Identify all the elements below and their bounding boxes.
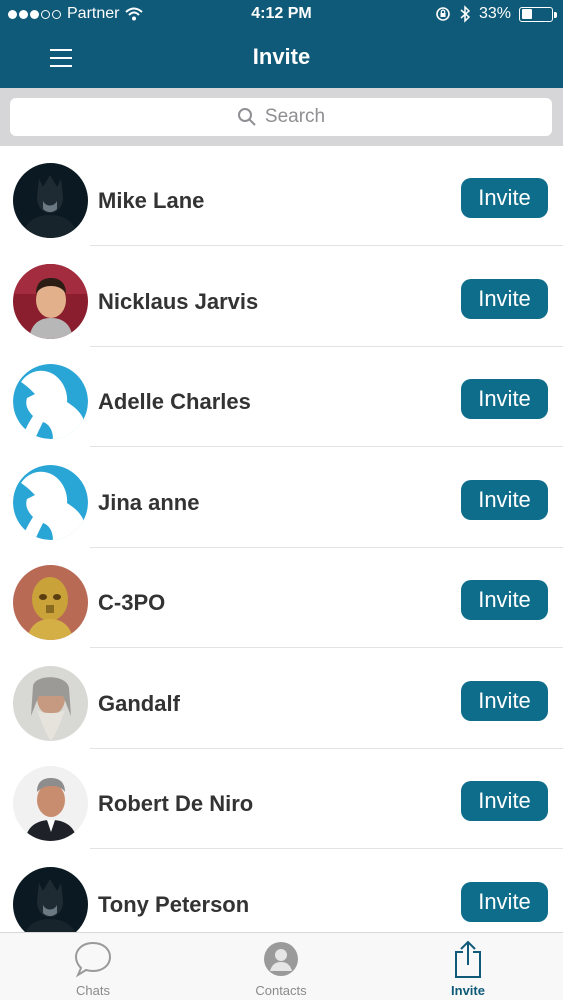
batman-photo	[13, 163, 88, 238]
header-bar: Partner 4:12 PM 33% Invite	[0, 0, 563, 88]
tab-invite[interactable]: Invite	[408, 939, 528, 1000]
contacts-icon	[264, 942, 298, 976]
tab-invite-label: Invite	[451, 983, 485, 998]
contact-list: Mike Lane Invite Nicklaus Jarvis Invite Adel…	[0, 146, 563, 932]
page-title: Invite	[252, 44, 311, 69]
default-avatar	[13, 364, 88, 439]
invite-button[interactable]: Invite	[461, 178, 548, 218]
contact-row[interactable]: Adelle Charles Invite	[0, 347, 563, 447]
invite-button[interactable]: Invite	[461, 479, 548, 520]
avatar	[13, 866, 88, 932]
batman-photo	[13, 866, 88, 932]
bluetooth-icon	[460, 5, 471, 23]
status-bar: Partner 4:12 PM 33%	[0, 0, 563, 30]
navigation-bar: Invite	[0, 30, 563, 88]
invite-button[interactable]: Invite	[461, 379, 548, 419]
c3po-photo	[13, 565, 88, 640]
contact-row[interactable]: Nicklaus Jarvis Invite	[0, 247, 563, 347]
contact-name: C-3PO	[98, 590, 166, 615]
avatar	[13, 766, 88, 841]
invite-button[interactable]: Invite	[461, 781, 548, 821]
contact-name: Tony Peterson	[98, 891, 250, 917]
avatar	[13, 464, 88, 540]
contact-row[interactable]: Gandalf Invite	[0, 649, 563, 749]
battery-icon	[519, 6, 557, 22]
status-right: 33%	[435, 5, 557, 23]
tab-contacts[interactable]: Contacts	[221, 939, 341, 1000]
contact-row[interactable]: Robert De Niro Invite	[0, 749, 563, 849]
share-icon	[455, 940, 481, 978]
contact-row[interactable]: Tony Peterson Invite	[0, 850, 563, 932]
tab-chats-label: Chats	[76, 983, 110, 998]
search-input[interactable]: Search	[10, 98, 552, 136]
tab-chats[interactable]: Chats	[33, 939, 153, 1000]
avatar	[13, 364, 88, 439]
tab-bar: Chats Contacts Invite	[0, 932, 563, 1000]
default-avatar	[13, 464, 88, 540]
contact-name: Robert De Niro	[98, 791, 254, 816]
contact-name: Gandalf	[98, 690, 180, 716]
avatar	[13, 163, 88, 238]
contact-name: Adelle Charles	[98, 389, 251, 414]
avatar	[13, 263, 88, 339]
gandalf-photo	[13, 665, 88, 741]
actor-photo	[13, 766, 88, 841]
contact-row[interactable]: Jina anne Invite	[0, 448, 563, 548]
invite-button[interactable]: Invite	[461, 580, 548, 620]
chat-bubble-icon	[74, 941, 112, 978]
search-bar: Search	[0, 88, 563, 146]
invite-button[interactable]: Invite	[461, 881, 548, 922]
battery-percent: 33%	[478, 5, 511, 22]
contact-row[interactable]: Mike Lane Invite	[0, 146, 563, 246]
contact-row[interactable]: C-3PO Invite	[0, 548, 563, 648]
invite-button[interactable]: Invite	[461, 680, 548, 721]
search-icon	[237, 108, 256, 126]
rotation-lock-icon	[436, 7, 450, 21]
avatar	[13, 565, 88, 640]
search-placeholder: Search	[264, 106, 326, 127]
man-photo	[13, 263, 88, 339]
contact-name: Jina anne	[98, 489, 200, 515]
avatar	[13, 665, 88, 741]
contact-name: Mike Lane	[98, 188, 205, 213]
tab-contacts-label: Contacts	[255, 983, 307, 998]
contact-name: Nicklaus Jarvis	[98, 288, 259, 314]
invite-button[interactable]: Invite	[461, 278, 548, 319]
